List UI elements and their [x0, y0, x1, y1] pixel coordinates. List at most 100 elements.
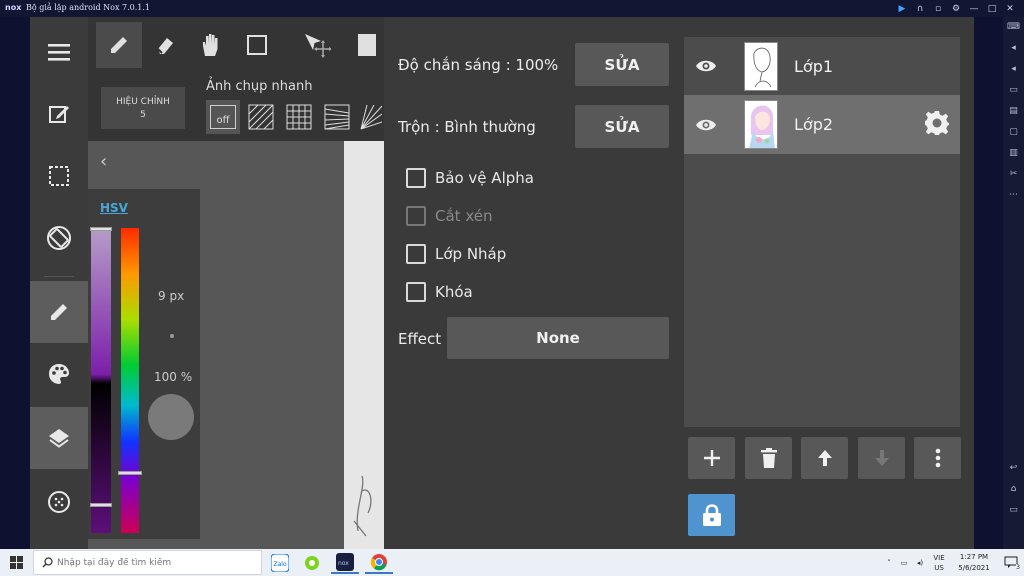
clock[interactable]: 1:27 PM 5/6/2021: [950, 552, 998, 574]
edit-opacity-button[interactable]: SỬA: [575, 43, 669, 86]
rectangle-tool-icon[interactable]: [234, 22, 280, 68]
effect-select-button[interactable]: None: [447, 317, 669, 359]
snap-grid-icon[interactable]: [282, 100, 316, 134]
volume-down-icon[interactable]: ◂: [1003, 59, 1024, 80]
printer-icon[interactable]: ▥: [1003, 143, 1024, 164]
snap-radial-icon[interactable]: [358, 100, 384, 134]
snapshot-label: Ảnh chụp nhanh: [206, 79, 313, 94]
layer-row-selected[interactable]: Lớp2: [684, 95, 960, 154]
settings-icon[interactable]: ⚙: [948, 1, 964, 16]
divider: [44, 276, 74, 277]
minimize-button[interactable]: —: [966, 1, 982, 16]
menu-icon[interactable]: [30, 21, 88, 83]
selection-icon[interactable]: [30, 145, 88, 207]
layer-row[interactable]: Lớp1: [684, 37, 960, 95]
layer-name: Lớp1: [794, 56, 834, 76]
play-icon[interactable]: ▶: [894, 1, 910, 16]
back-nav-icon[interactable]: ↩: [1003, 458, 1024, 479]
hue-slider[interactable]: [121, 228, 139, 533]
canvas-area[interactable]: ‹ HSV 9 px 100 %: [88, 141, 384, 549]
maximize-button[interactable]: □: [984, 1, 1000, 16]
keyboard-layout: US: [934, 563, 944, 572]
lock-checkbox[interactable]: Khóa: [406, 282, 473, 302]
move-layer-down-icon: [858, 437, 905, 479]
lock-icon[interactable]: [688, 494, 735, 536]
pen-tool-icon[interactable]: [96, 22, 142, 68]
close-button[interactable]: ✕: [1002, 1, 1018, 16]
checkbox-box[interactable]: [406, 282, 426, 302]
eraser-tool-icon[interactable]: [142, 22, 188, 68]
screen-icon[interactable]: ▭: [1003, 80, 1024, 101]
title-bar-controls: ▶ ∩ ▫ ⚙ — □ ✕: [894, 1, 1018, 16]
alpha-protect-checkbox[interactable]: Bảo vệ Alpha: [406, 168, 534, 188]
saturation-top-handle[interactable]: [90, 227, 112, 231]
drawing-canvas[interactable]: [344, 141, 384, 549]
notification-icon[interactable]: 3: [998, 556, 1024, 571]
fill-tool-icon[interactable]: [350, 22, 384, 68]
apk-icon[interactable]: ▤: [1003, 101, 1024, 122]
more-options-icon[interactable]: [914, 437, 961, 479]
zalo-app-icon[interactable]: Zalo: [266, 551, 294, 574]
saturation-slider[interactable]: [91, 228, 111, 533]
layer-opacity-label: Độ chắn sáng : 100%: [398, 56, 559, 74]
correction-label: HIỆU CHỈNH: [116, 97, 170, 107]
hsv-tab[interactable]: HSV: [100, 201, 128, 215]
top-toolbar: HIỆU CHỈNH 5 Ảnh chụp nhanh off: [88, 17, 384, 141]
snap-off-button[interactable]: off: [206, 100, 240, 134]
recent-nav-icon[interactable]: ▭: [1003, 500, 1024, 521]
draft-layer-checkbox[interactable]: Lớp Nháp: [406, 244, 506, 264]
eye-icon[interactable]: [684, 118, 728, 132]
hue-handle[interactable]: [118, 471, 142, 475]
taskbar-search[interactable]: [33, 550, 262, 575]
network-icon[interactable]: ▭: [896, 559, 912, 567]
checkbox-box[interactable]: [406, 168, 426, 188]
headset-icon[interactable]: ∩: [912, 1, 928, 16]
eye-icon[interactable]: [684, 59, 728, 73]
chevron-left-icon[interactable]: ‹: [100, 151, 107, 172]
volume-icon[interactable]: ◂): [912, 559, 928, 567]
emulator-side-toolbar: ⌨ ◂ ◂ ▭ ▤ ▢ ▥ ✂ ⋯ ↩ ⌂ ▭: [1003, 17, 1024, 549]
snap-parallel-icon[interactable]: [244, 100, 278, 134]
correction-value: 5: [140, 110, 146, 120]
trash-icon[interactable]: [745, 437, 792, 479]
checkbox-box[interactable]: [406, 244, 426, 264]
windows-start-icon[interactable]: [0, 549, 33, 576]
more-icon[interactable]: ⋯: [1003, 185, 1024, 206]
chevron-up-icon[interactable]: ˄: [882, 559, 896, 567]
layers-icon[interactable]: [30, 407, 88, 469]
scissors-icon[interactable]: ✂: [1003, 164, 1024, 185]
palette-icon[interactable]: [30, 343, 88, 405]
move-layer-up-icon[interactable]: [801, 437, 848, 479]
more-tools-icon[interactable]: [30, 471, 88, 533]
color-preview-swatch[interactable]: [148, 394, 194, 440]
app-icon-green[interactable]: [298, 551, 326, 574]
keyboard-icon[interactable]: ⌨: [1003, 17, 1024, 38]
add-layer-button[interactable]: [688, 437, 735, 479]
rotate-screen-icon[interactable]: [30, 207, 88, 269]
search-input[interactable]: [57, 557, 247, 568]
effect-label: Effect: [398, 330, 442, 348]
edit-blend-button[interactable]: SỬA: [575, 105, 669, 148]
gear-icon[interactable]: [924, 110, 950, 140]
chrome-app-icon[interactable]: [365, 551, 393, 574]
hand-tool-icon[interactable]: [188, 22, 234, 68]
brush-opacity-value: 100 %: [154, 370, 193, 384]
nox-app-icon[interactable]: nox: [331, 551, 359, 574]
edit-canvas-icon[interactable]: [30, 83, 88, 145]
notification-count: 3: [1016, 563, 1020, 571]
snap-perspective-icon[interactable]: [320, 100, 354, 134]
volume-up-icon[interactable]: ◂: [1003, 38, 1024, 59]
message-icon[interactable]: ▫: [930, 1, 946, 16]
home-nav-icon[interactable]: ⌂: [1003, 479, 1024, 500]
svg-text:nox: nox: [338, 560, 349, 567]
language-code: VIE: [933, 553, 945, 562]
move-tool-icon[interactable]: [294, 22, 340, 68]
correction-button[interactable]: HIỆU CHỈNH 5: [101, 87, 185, 129]
layers-panel: Lớp1 Lớp2: [683, 17, 974, 549]
brush-icon[interactable]: [30, 281, 88, 343]
saturation-bottom-handle[interactable]: [90, 503, 112, 507]
language-indicator[interactable]: VIE US: [928, 553, 950, 573]
windows-taskbar: Zalo nox ˄ ▭ ◂) VIE US 1:27 PM 5/6/2021 …: [0, 549, 1024, 576]
location-icon[interactable]: ▢: [1003, 122, 1024, 143]
